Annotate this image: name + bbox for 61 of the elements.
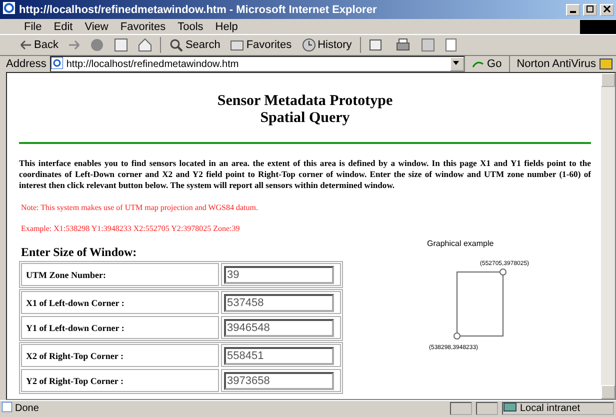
example-text: Example: X1:538298 Y1:3948233 X2:552705 Y2:3978025 Zone:39 — [21, 224, 241, 233]
input-field[interactable]: 558451 — [224, 346, 334, 364]
menu-item[interactable]: Help — [209, 20, 244, 32]
menu-item[interactable]: Edit — [48, 20, 79, 32]
page-heading: Sensor Metadata Prototype Spatial Query — [216, 93, 394, 127]
status-panel — [450, 402, 472, 414]
field-label: UTM Zone Number: — [21, 263, 219, 286]
home-button[interactable] — [136, 38, 154, 52]
corner-marker — [500, 268, 506, 276]
input-field[interactable]: 3973658 — [224, 372, 334, 390]
print-icon — [394, 38, 411, 52]
menu-item[interactable]: File — [18, 20, 48, 32]
discuss-button[interactable] — [442, 38, 459, 52]
windows-logo-icon — [580, 20, 616, 34]
norton-antivirus-button[interactable]: Norton AntiVirus — [514, 58, 616, 70]
status-panel — [476, 402, 498, 414]
window-title: http://localhost/refinedmetawindow.htm - Microsoft Internet Explorer — [19, 4, 378, 16]
favorites-icon — [230, 39, 244, 51]
corner-marker — [454, 332, 460, 340]
input-field[interactable]: 3946548 — [224, 318, 334, 336]
history-button[interactable]: History — [300, 38, 354, 52]
intro-paragraph: This interface enables you to find sensors located in an area. the extent of this area is defined by a window. In this page X1 and Y1 fields point to the coordinates of Left-Down corner and X2 and Y2 field point to Right-Top corner of window. Enter the size of window and UTM zone number (1-60) of interest then click relevant button below. The system will report all sensors within determined window. — [19, 158, 591, 191]
favorites-button[interactable]: Favorites — [228, 39, 294, 51]
back-button[interactable]: Back — [18, 39, 60, 51]
maximize-icon — [586, 4, 594, 12]
history-icon — [302, 38, 316, 52]
stop-icon — [90, 38, 104, 52]
dropdown-button[interactable] — [450, 57, 464, 71]
search-icon — [169, 38, 184, 52]
home-icon — [138, 38, 152, 52]
zone-text: Local intranet — [520, 402, 580, 414]
input-field[interactable]: 39 — [224, 266, 334, 284]
back-icon — [20, 40, 32, 50]
menu-item[interactable]: View — [78, 20, 114, 32]
minimize-icon — [570, 10, 576, 12]
refresh-button[interactable] — [112, 38, 130, 52]
close-button[interactable] — [600, 4, 614, 16]
go-button[interactable]: Go — [469, 58, 505, 70]
form-title: Enter Size of Window: — [21, 245, 138, 260]
menu-item[interactable]: Tools — [172, 20, 210, 32]
input-field[interactable]: 537458 — [224, 294, 334, 312]
address-field[interactable]: http://localhost/refinedmetawindow.htm — [50, 56, 466, 72]
forward-icon — [68, 40, 80, 50]
menu-item[interactable]: Favorites — [114, 20, 172, 32]
page-icon — [51, 56, 64, 72]
vertical-scrollbar[interactable] — [601, 73, 615, 399]
maximize-button[interactable] — [583, 4, 597, 16]
diagram-title: Graphical example — [427, 239, 494, 248]
note-text: Note: This system makes use of UTM map projection and WGS84 datum. — [21, 203, 260, 212]
field-label: Y1 of Left-down Corner : — [21, 316, 219, 339]
field-label: Y2 of Right-Top Corner : — [21, 369, 219, 392]
address-label: Address — [6, 58, 46, 70]
edit-button[interactable] — [418, 38, 437, 52]
close-icon — [603, 4, 611, 12]
status-text: Done — [15, 402, 39, 414]
search-button[interactable]: Search — [167, 38, 222, 52]
field-label: X1 of Left-down Corner : — [21, 291, 219, 314]
window-rectangle — [456, 272, 504, 336]
field-label: X2 of Right-Top Corner : — [21, 344, 219, 367]
network-icon — [503, 402, 517, 414]
minimize-button[interactable] — [566, 4, 580, 16]
